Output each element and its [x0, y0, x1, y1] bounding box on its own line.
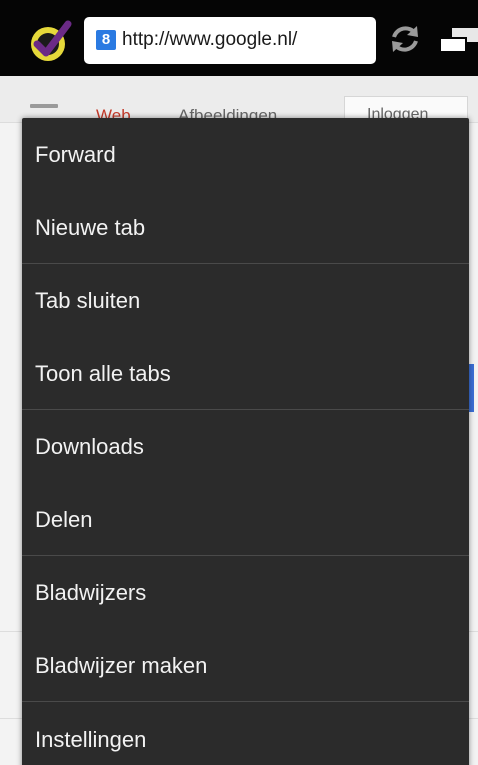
menu-item-downloads[interactable]: Downloads — [22, 410, 469, 483]
menu-item-show-all-tabs[interactable]: Toon alle tabs — [22, 337, 469, 410]
menu-item-new-tab[interactable]: Nieuwe tab — [22, 191, 469, 264]
address-bar-url[interactable]: http://www.google.nl/ — [122, 28, 297, 52]
reload-icon[interactable] — [388, 22, 422, 56]
google-favicon-icon: 8 — [96, 30, 116, 50]
menu-item-share[interactable]: Delen — [22, 483, 469, 556]
app-logo-icon[interactable] — [28, 20, 72, 64]
menu-bar-icon[interactable] — [30, 104, 58, 108]
browser-toolbar: 8 http://www.google.nl/ — [0, 0, 478, 76]
tabs-icon[interactable] — [438, 26, 478, 60]
menu-item-bookmarks[interactable]: Bladwijzers — [22, 556, 469, 629]
address-bar[interactable]: 8 http://www.google.nl/ — [84, 17, 376, 64]
menu-item-close-tab[interactable]: Tab sluiten — [22, 264, 469, 337]
menu-item-forward[interactable]: Forward — [22, 118, 469, 191]
menu-divider — [22, 701, 469, 702]
google-nav-bar: Web Afbeeldingen Inloggen — [0, 76, 478, 125]
overflow-menu: Forward Nieuwe tab Tab sluiten Toon alle… — [22, 118, 469, 765]
browser-screen: 8 http://www.google.nl/ Web Afbeeldingen… — [0, 0, 478, 765]
menu-item-add-bookmark[interactable]: Bladwijzer maken — [22, 629, 469, 702]
menu-item-settings[interactable]: Instellingen — [22, 703, 469, 765]
